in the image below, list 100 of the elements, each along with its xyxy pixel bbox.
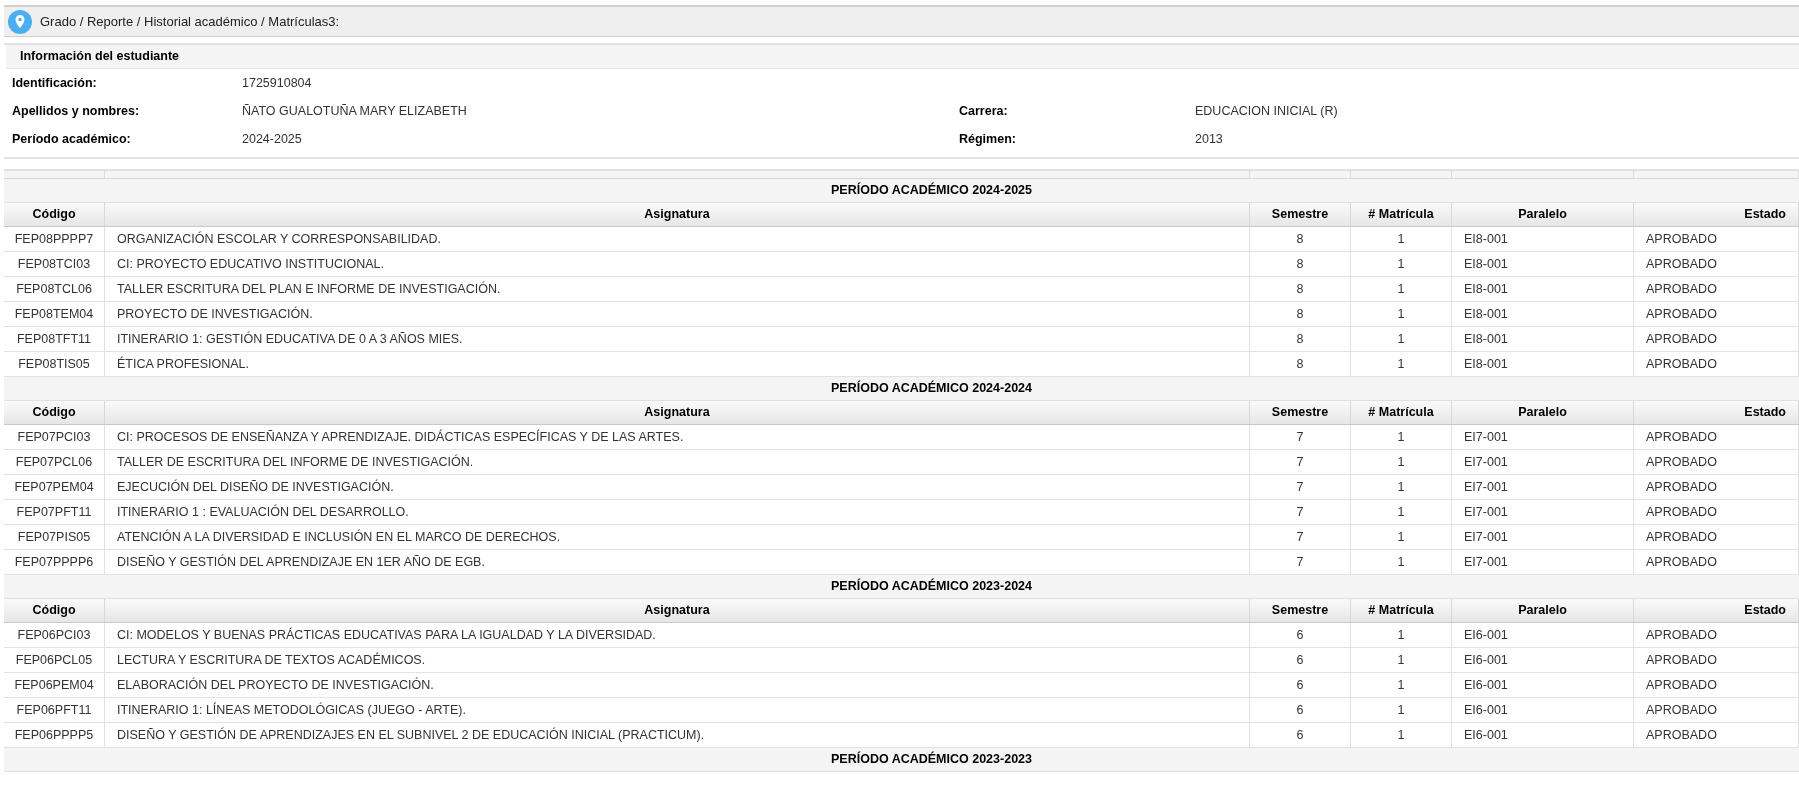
table-cell: ORGANIZACIÓN ESCOLAR Y CORRESPONSABILIDAD. xyxy=(105,227,1250,251)
column-header[interactable]: Estado xyxy=(1634,599,1799,622)
table-cell: 1 xyxy=(1351,475,1452,499)
table-cell: APROBADO xyxy=(1634,450,1799,474)
table-cell: EI6-001 xyxy=(1452,673,1634,697)
column-header[interactable]: Código xyxy=(4,599,105,622)
table-cell: TALLER DE ESCRITURA DEL INFORME DE INVESTIGACIÓN. xyxy=(105,450,1250,474)
column-header[interactable]: # Matrícula xyxy=(1351,203,1452,226)
table-cell: 1 xyxy=(1351,450,1452,474)
field-label: Apellidos y nombres: xyxy=(11,102,141,120)
table-cell: FEP08TEM04 xyxy=(4,302,105,326)
table-cell: 6 xyxy=(1250,698,1351,722)
table-cell: ATENCIÓN A LA DIVERSIDAD E INCLUSIÓN EN EL MARCO DE DERECHOS. xyxy=(105,525,1250,549)
field-label: Período académico: xyxy=(11,130,132,148)
field-value: ÑATO GUALOTUÑA MARY ELIZABETH xyxy=(242,102,467,120)
table-cell: 8 xyxy=(1250,302,1351,326)
table-cell: 6 xyxy=(1250,648,1351,672)
table-cell: CI: PROYECTO EDUCATIVO INSTITUCIONAL. xyxy=(105,252,1250,276)
field-label: Régimen: xyxy=(959,130,1017,148)
table-cell: 8 xyxy=(1250,252,1351,276)
field-value: 2013 xyxy=(1195,130,1223,148)
column-header[interactable]: Paralelo xyxy=(1452,599,1634,622)
table-cell: FEP08TFT11 xyxy=(4,327,105,351)
column-header[interactable]: Estado xyxy=(1634,203,1799,226)
column-header[interactable]: # Matrícula xyxy=(1351,599,1452,622)
table-cell: APROBADO xyxy=(1634,302,1799,326)
table-cell: APROBADO xyxy=(1634,673,1799,697)
table-cell: EI8-001 xyxy=(1452,252,1634,276)
table-cell: EJECUCIÓN DEL DISEÑO DE INVESTIGACIÓN. xyxy=(105,475,1250,499)
table-cell: APROBADO xyxy=(1634,698,1799,722)
section-title: Información del estudiante xyxy=(20,48,180,66)
table-cell: 1 xyxy=(1351,500,1452,524)
column-header[interactable]: Paralelo xyxy=(1452,203,1634,226)
table-cell: EI7-001 xyxy=(1452,450,1634,474)
table-cell: EI7-001 xyxy=(1452,475,1634,499)
field-value: EDUCACION INICIAL (R) xyxy=(1195,102,1338,120)
table-cell: EI6-001 xyxy=(1452,648,1634,672)
table-cell: FEP07PPPP6 xyxy=(4,550,105,574)
table-cell: APROBADO xyxy=(1634,277,1799,301)
table-cell: APROBADO xyxy=(1634,475,1799,499)
location-pin-icon xyxy=(8,9,32,34)
column-header[interactable]: Código xyxy=(4,203,105,226)
column-header[interactable]: # Matrícula xyxy=(1351,401,1452,424)
column-header[interactable]: Estado xyxy=(1634,401,1799,424)
table-cell: 6 xyxy=(1250,723,1351,747)
table-cell: 8 xyxy=(1250,227,1351,251)
table-cell: EI7-001 xyxy=(1452,525,1634,549)
field-label: Carrera: xyxy=(959,102,1009,120)
table-cell: LECTURA Y ESCRITURA DE TEXTOS ACADÉMICOS. xyxy=(105,648,1250,672)
table-cell: 7 xyxy=(1250,525,1351,549)
table-cell: 8 xyxy=(1250,277,1351,301)
table-cell: APROBADO xyxy=(1634,252,1799,276)
table-cell: 6 xyxy=(1250,673,1351,697)
table-cell: 7 xyxy=(1250,500,1351,524)
column-header[interactable]: Semestre xyxy=(1250,401,1351,424)
table-cell: APROBADO xyxy=(1634,227,1799,251)
table-cell: ELABORACIÓN DEL PROYECTO DE INVESTIGACIÓN. xyxy=(105,673,1250,697)
column-header[interactable]: Paralelo xyxy=(1452,401,1634,424)
table-cell: FEP06PFT11 xyxy=(4,698,105,722)
table-cell: PROYECTO DE INVESTIGACIÓN. xyxy=(105,302,1250,326)
table-cell: ITINERARIO 1: LÍNEAS METODOLÓGICAS (JUEGO - ARTE). xyxy=(105,698,1250,722)
column-header[interactable]: Asignatura xyxy=(105,401,1250,424)
table-cell: 1 xyxy=(1351,698,1452,722)
table-cell: FEP08TIS05 xyxy=(4,352,105,376)
table-cell: 8 xyxy=(1250,352,1351,376)
table-cell: APROBADO xyxy=(1634,623,1799,647)
table-cell: APROBADO xyxy=(1634,525,1799,549)
table-cell: EI8-001 xyxy=(1452,352,1634,376)
column-header[interactable]: Asignatura xyxy=(105,203,1250,226)
table-cell: EI8-001 xyxy=(1452,302,1634,326)
column-header[interactable]: Semestre xyxy=(1250,203,1351,226)
table-cell: 1 xyxy=(1351,623,1452,647)
table-cell: 1 xyxy=(1351,252,1452,276)
table-cell: FEP08TCI03 xyxy=(4,252,105,276)
table-cell: FEP07PIS05 xyxy=(4,525,105,549)
period-title: PERÍODO ACADÉMICO 2023-2023 xyxy=(830,750,1032,769)
field-value: 1725910804 xyxy=(242,74,312,92)
period-title: PERÍODO ACADÉMICO 2023-2024 xyxy=(830,577,1032,596)
table-cell: 1 xyxy=(1351,673,1452,697)
field-label: Identificación: xyxy=(11,74,98,92)
table-cell: EI7-001 xyxy=(1452,425,1634,449)
table-cell: 7 xyxy=(1250,550,1351,574)
table-cell: APROBADO xyxy=(1634,648,1799,672)
table-cell: APROBADO xyxy=(1634,723,1799,747)
table-cell: FEP06PPPP5 xyxy=(4,723,105,747)
table-cell: APROBADO xyxy=(1634,425,1799,449)
table-cell: EI6-001 xyxy=(1452,698,1634,722)
table-cell: 1 xyxy=(1351,302,1452,326)
table-cell: 1 xyxy=(1351,327,1452,351)
table-cell: CI: PROCESOS DE ENSEÑANZA Y APRENDIZAJE. DIDÁCTICAS ESPECÍFICAS Y DE LAS ARTES. xyxy=(105,425,1250,449)
table-cell: 1 xyxy=(1351,550,1452,574)
table-cell: EI8-001 xyxy=(1452,227,1634,251)
table-cell: 1 xyxy=(1351,277,1452,301)
column-header[interactable]: Semestre xyxy=(1250,599,1351,622)
table-cell: 1 xyxy=(1351,648,1452,672)
table-cell: APROBADO xyxy=(1634,352,1799,376)
table-cell: 1 xyxy=(1351,227,1452,251)
column-header[interactable]: Asignatura xyxy=(105,599,1250,622)
period-title: PERÍODO ACADÉMICO 2024-2025 xyxy=(830,181,1032,200)
column-header[interactable]: Código xyxy=(4,401,105,424)
